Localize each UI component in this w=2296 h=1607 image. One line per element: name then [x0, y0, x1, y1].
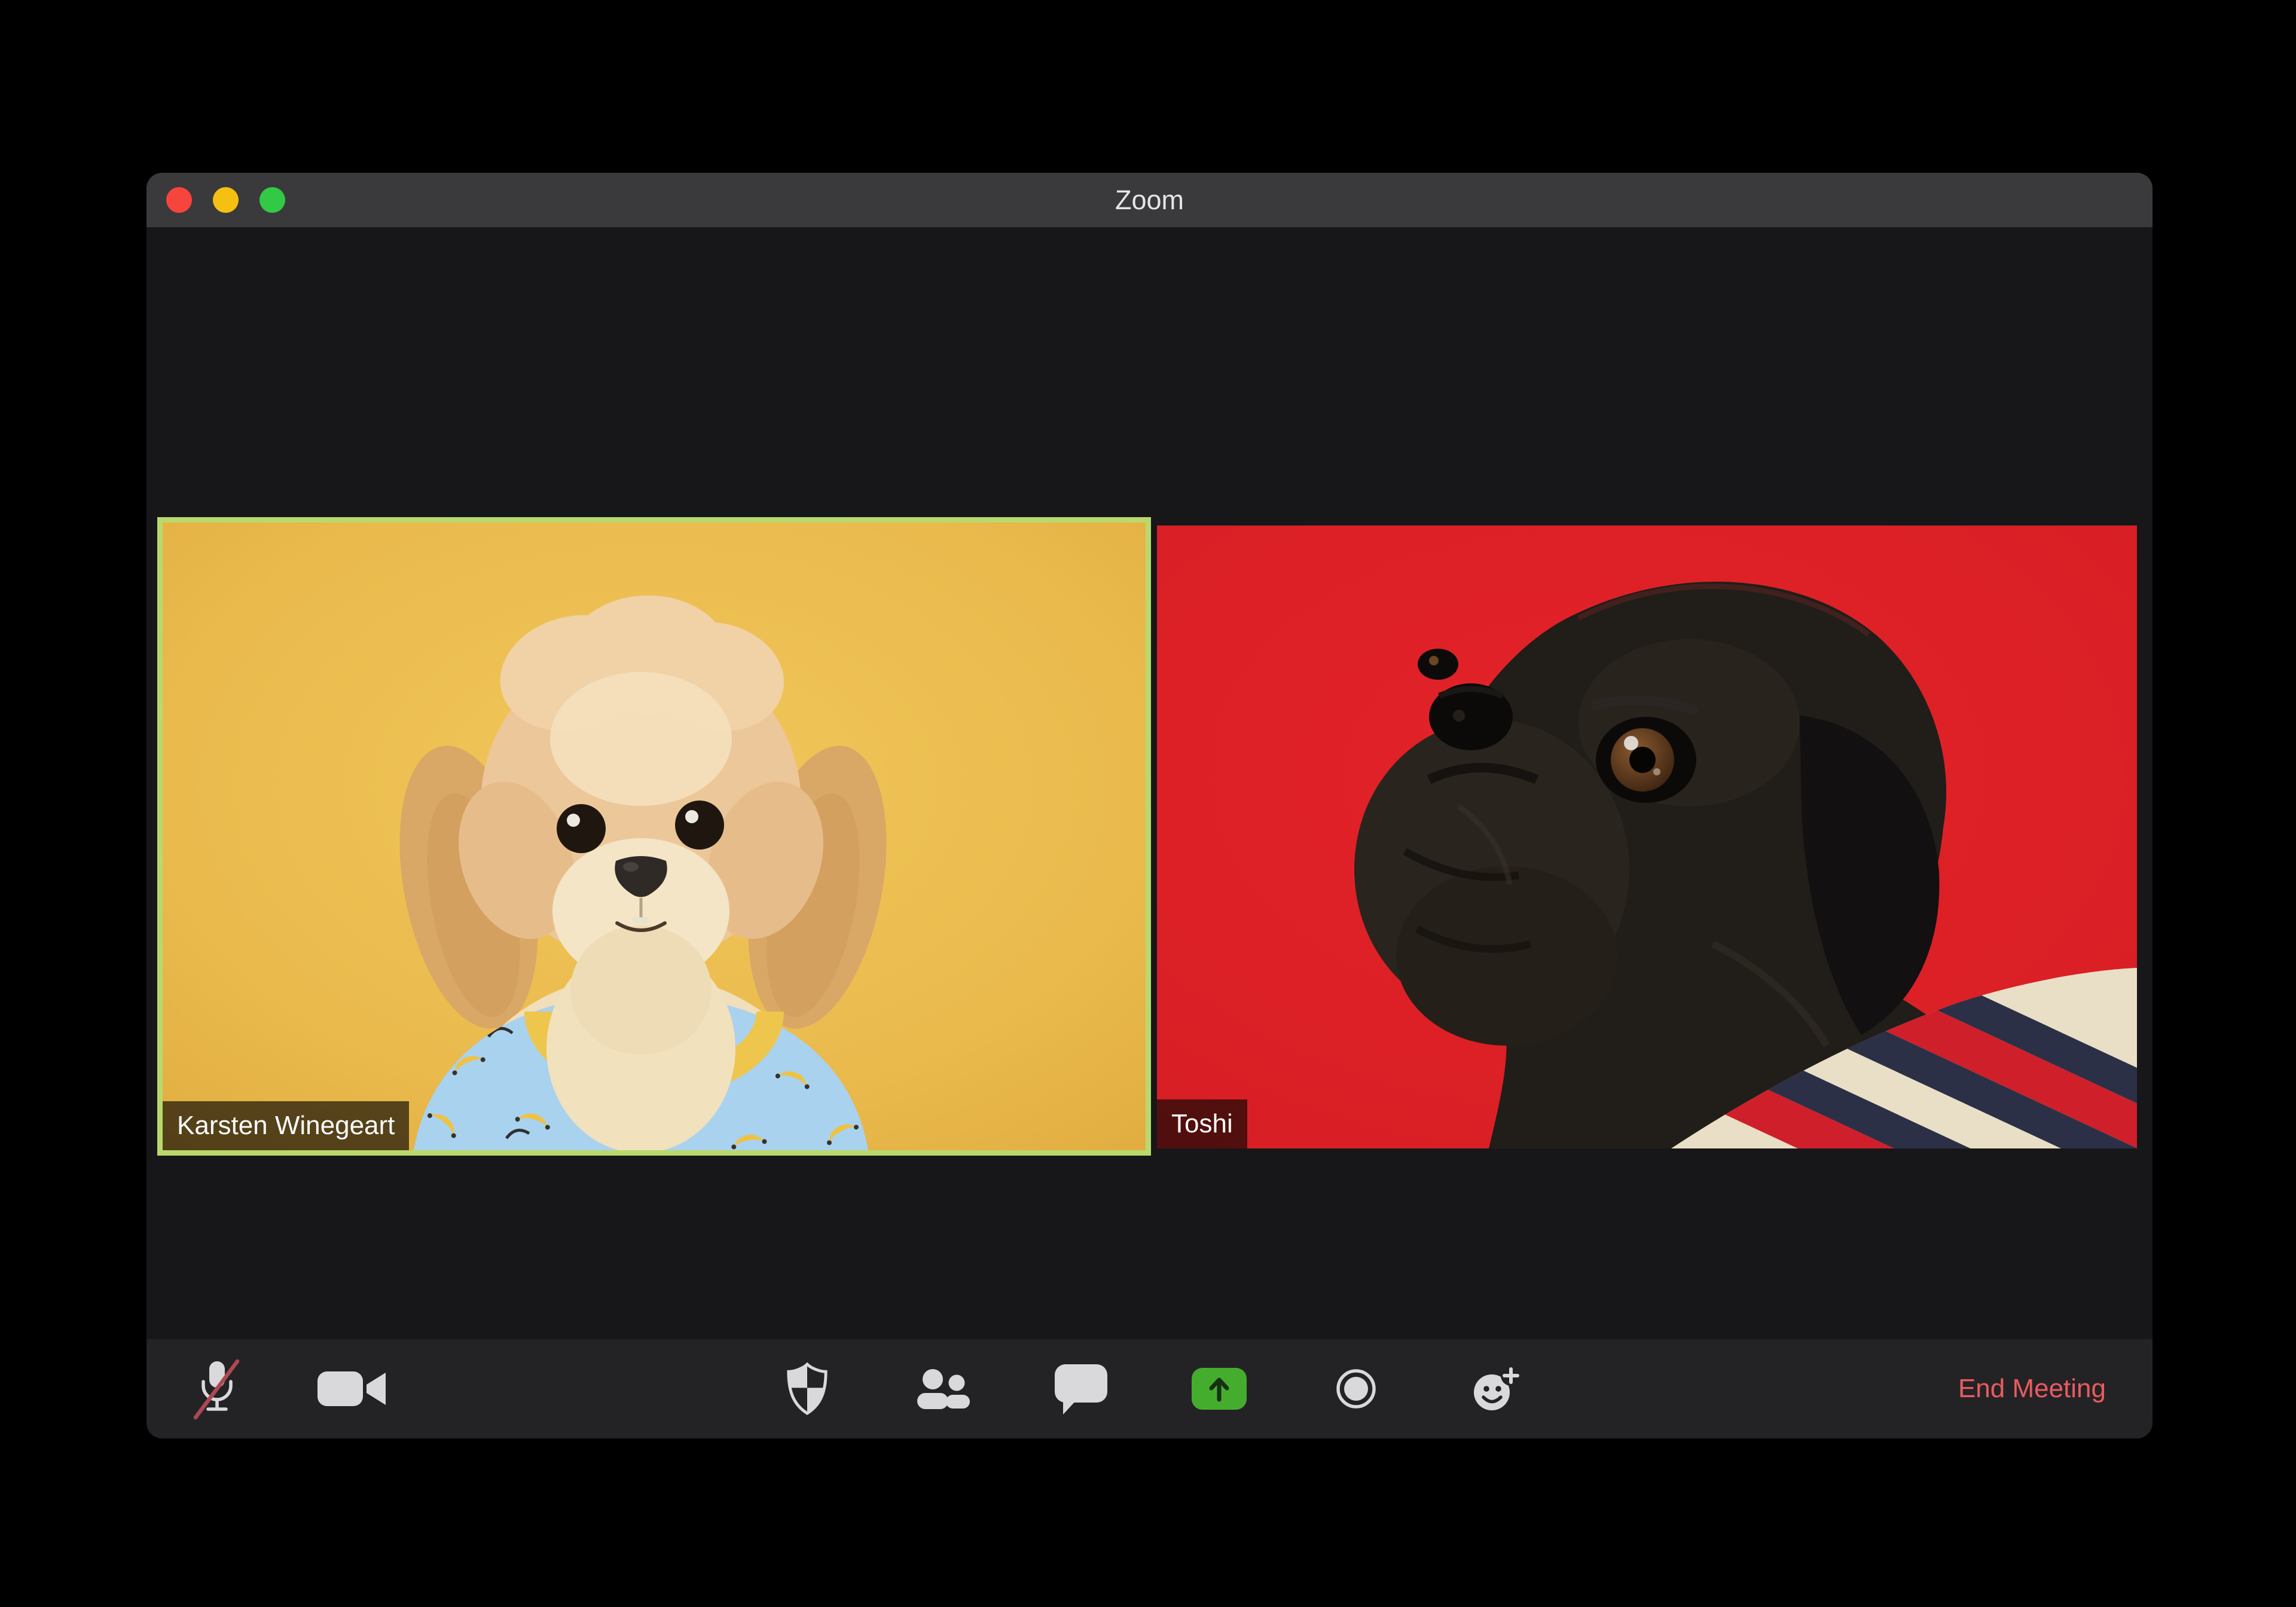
end-meeting-button[interactable]: End Meeting: [1958, 1374, 2106, 1404]
security-shield-icon: [787, 1362, 828, 1415]
share-screen-icon: [1192, 1368, 1247, 1410]
video-tile-karsten[interactable]: Karsten Winegeart: [157, 517, 1151, 1156]
microphone-muted-icon: [193, 1359, 240, 1420]
reactions-button[interactable]: [1465, 1362, 1525, 1415]
camera-button[interactable]: [316, 1365, 389, 1413]
window-titlebar[interactable]: Zoom: [146, 173, 2152, 227]
participants-icon: [917, 1369, 970, 1409]
share-screen-button[interactable]: [1192, 1368, 1247, 1410]
chat-button[interactable]: [1052, 1362, 1110, 1416]
video-tile-toshi[interactable]: Toshi: [1157, 526, 2137, 1148]
mute-button[interactable]: [190, 1357, 243, 1421]
meeting-stage: Karsten Winegeart Toshi: [146, 227, 2152, 1339]
video-feed-tan-dog: [163, 523, 1146, 1150]
zoom-window: Zoom Karsten Winegeart Toshi End Meeting: [146, 173, 2152, 1438]
video-feed-black-pug: [1157, 526, 2137, 1148]
record-button[interactable]: [1332, 1365, 1380, 1413]
reactions-icon: [1474, 1365, 1521, 1410]
participant-name-label: Toshi: [1157, 1099, 1247, 1148]
participants-button[interactable]: [910, 1365, 979, 1413]
participant-name-label: Karsten Winegeart: [163, 1101, 410, 1150]
window-title: Zoom: [1115, 184, 1184, 215]
meeting-toolbar: End Meeting: [146, 1339, 2152, 1438]
camera-icon: [317, 1371, 386, 1406]
chat-icon: [1055, 1364, 1107, 1414]
security-button[interactable]: [783, 1361, 832, 1416]
record-icon: [1336, 1369, 1376, 1409]
desktop-background: Zoom Karsten Winegeart Toshi End Meeting: [0, 0, 2296, 1607]
